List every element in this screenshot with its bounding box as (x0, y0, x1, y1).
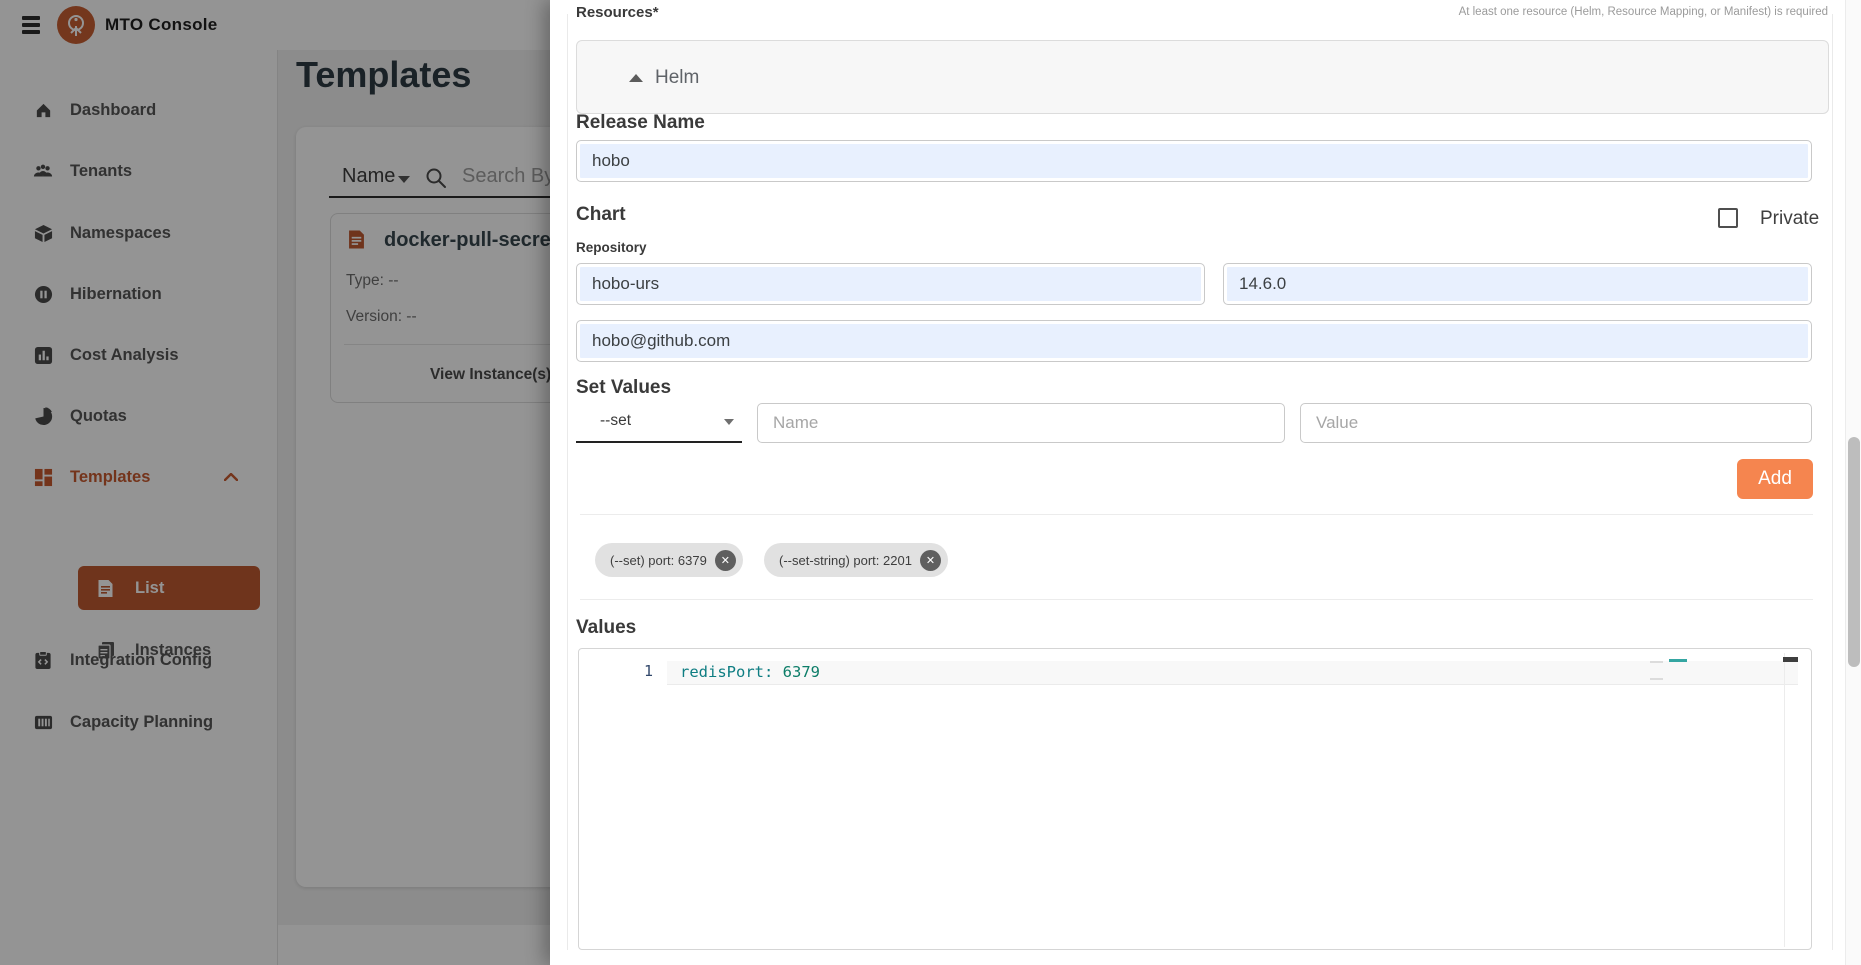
yaml-key-token: redisPort: (680, 663, 773, 681)
minimap-code-line (1669, 659, 1687, 662)
page-scrollbar[interactable] (1845, 0, 1861, 965)
set-flag-select[interactable]: --set (576, 403, 742, 443)
private-checkbox-label: Private (1760, 208, 1819, 230)
release-name-input[interactable] (576, 140, 1812, 182)
resources-requirement-note: At least one resource (Helm, Resource Ma… (1459, 6, 1828, 18)
scrollbar-thumb[interactable] (1848, 437, 1860, 667)
private-checkbox[interactable] (1718, 208, 1738, 228)
set-flag-selected-value: --set (600, 412, 631, 430)
values-code-editor[interactable]: 1 redisPort: 6379 (578, 648, 1812, 950)
editor-active-line (667, 661, 1798, 685)
values-label: Values (576, 617, 636, 639)
add-button[interactable]: Add (1737, 459, 1813, 499)
repo-url-input[interactable] (576, 320, 1812, 362)
set-value-chip: (--set-string) port: 2201 ✕ (764, 543, 948, 577)
chip-remove-icon[interactable]: ✕ (715, 550, 736, 571)
resources-section-title: Resources* (576, 4, 659, 21)
set-value-chip: (--set) port: 6379 ✕ (595, 543, 743, 577)
form-right-border (1832, 14, 1833, 950)
divider (580, 599, 1813, 600)
divider (580, 514, 1813, 515)
resource-form-drawer: Resources* At least one resource (Helm, … (550, 0, 1861, 965)
repo-name-input[interactable] (576, 263, 1205, 305)
chip-remove-icon[interactable]: ✕ (920, 550, 941, 571)
minimap-dash (1650, 678, 1663, 680)
set-values-label: Set Values (576, 377, 671, 399)
repository-label: Repository (576, 240, 647, 255)
set-value-input[interactable] (1300, 403, 1812, 443)
editor-line-number: 1 (637, 662, 653, 680)
collapse-arrow-icon (629, 74, 643, 82)
chevron-down-icon (724, 419, 734, 425)
helm-accordion-label: Helm (655, 67, 699, 89)
set-name-input[interactable] (757, 403, 1285, 443)
minimap-dash (1650, 661, 1663, 663)
yaml-number-token: 6379 (773, 663, 820, 681)
minimap-border (1784, 653, 1785, 947)
form-left-border (567, 14, 568, 950)
release-name-label: Release Name (576, 112, 705, 134)
editor-code-line: redisPort: 6379 (680, 663, 820, 681)
chart-label: Chart (576, 204, 626, 226)
repo-version-input[interactable] (1223, 263, 1812, 305)
minimap-slider[interactable] (1783, 657, 1798, 662)
chip-label: (--set-string) port: 2201 (779, 553, 912, 568)
chip-label: (--set) port: 6379 (610, 553, 707, 568)
helm-accordion-header[interactable]: Helm (576, 40, 1829, 114)
